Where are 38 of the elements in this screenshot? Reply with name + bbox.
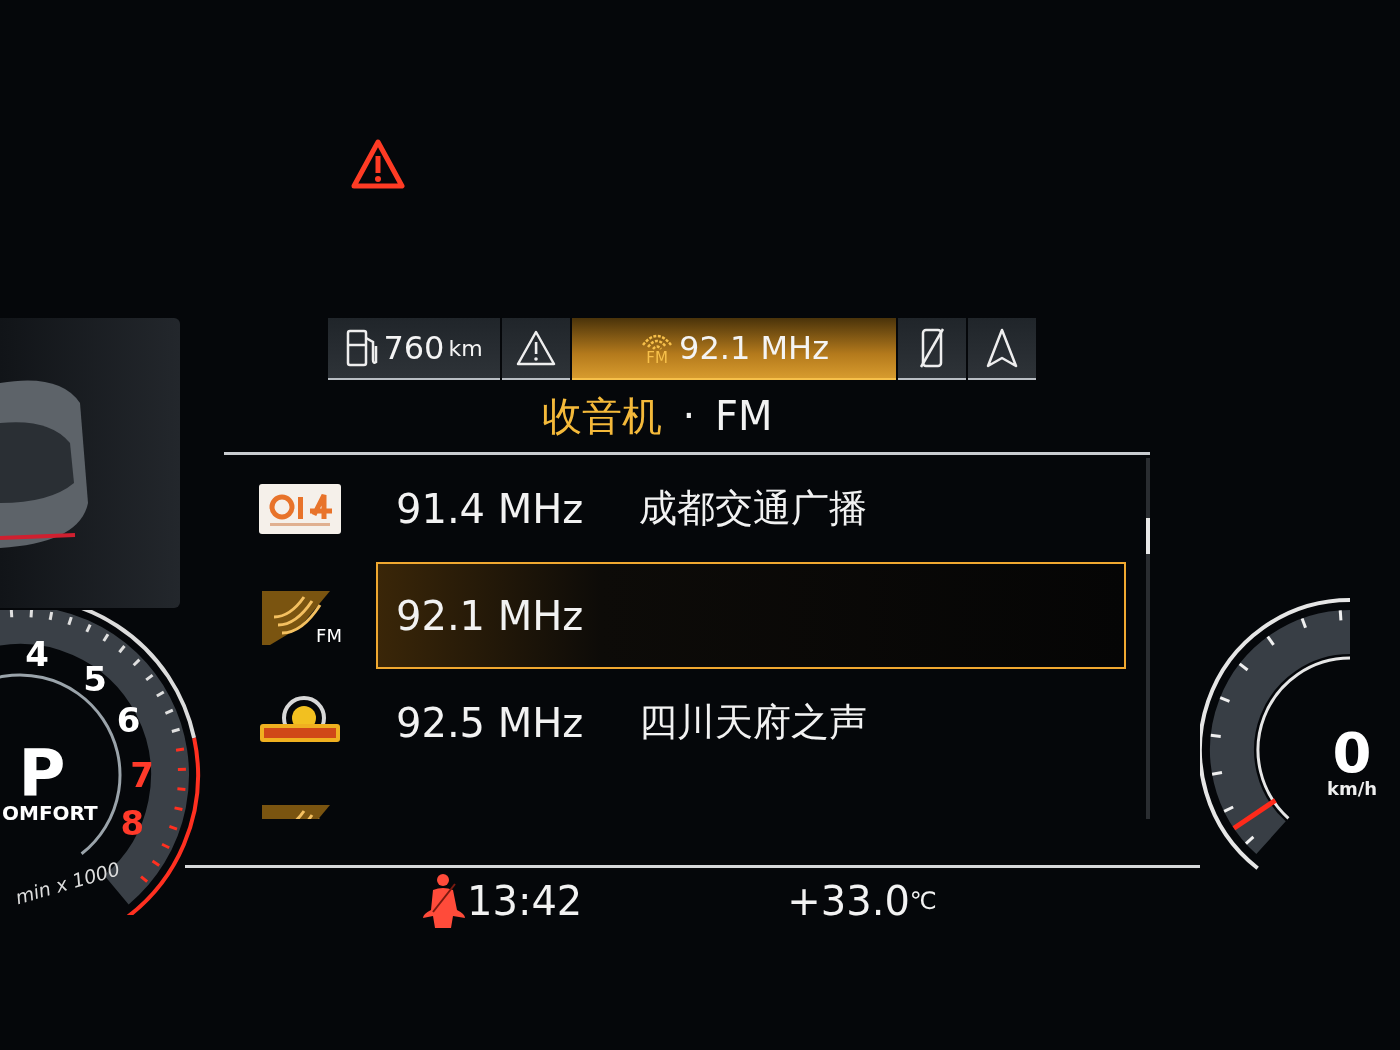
station-name: 成都交通广播 bbox=[639, 485, 868, 532]
navigation-arrow-icon bbox=[985, 327, 1019, 369]
station-item[interactable]: 92.5 MHz 四川天府之声 bbox=[376, 669, 1126, 776]
station-frequency: 91.4 MHz bbox=[396, 484, 584, 534]
station-name: 四川天府之声 bbox=[639, 699, 868, 746]
warning-icon bbox=[350, 138, 406, 190]
band-label: FM bbox=[646, 350, 668, 366]
tachometer-number: 6 bbox=[116, 699, 141, 740]
station-frequency: 92.1 MHz bbox=[396, 591, 584, 641]
clock-time: 13:42 bbox=[467, 877, 583, 926]
tab-label: 760 bbox=[383, 328, 445, 369]
tachometer-number: 7 bbox=[130, 755, 154, 795]
temperature-unit: ℃ bbox=[909, 886, 937, 917]
station-item[interactable]: 91.4 MHz 成都交通广播 bbox=[376, 455, 1126, 562]
band-title: FM bbox=[715, 392, 773, 441]
tachometer-number: 4 bbox=[25, 634, 49, 675]
station-frequency: 92.5 MHz bbox=[396, 698, 584, 748]
scrollbar-thumb[interactable] bbox=[1146, 518, 1150, 554]
source-title: 收音机 bbox=[542, 392, 663, 441]
tachometer-number: 8 bbox=[120, 802, 145, 843]
radio-tab[interactable]: FM 92.1 MHz bbox=[572, 318, 896, 380]
separator-dot: · bbox=[682, 392, 696, 441]
navigation-tab[interactable] bbox=[968, 318, 1036, 380]
outside-temperature: +33.0 bbox=[787, 877, 910, 926]
logo-label: FM bbox=[316, 623, 342, 648]
phone-tab[interactable] bbox=[898, 318, 966, 380]
fuel-tab[interactable]: 760 km bbox=[328, 318, 500, 380]
phone-disabled-icon bbox=[917, 327, 947, 369]
rpm-unit: min x 1000 bbox=[12, 857, 123, 909]
fuel-pump-icon bbox=[345, 328, 380, 368]
warning-icon bbox=[515, 329, 557, 367]
warning-tab[interactable] bbox=[502, 318, 570, 380]
tachometer-number: 5 bbox=[83, 658, 107, 699]
scrollbar[interactable] bbox=[1146, 458, 1150, 819]
tab-label: 92.1 MHz bbox=[679, 328, 829, 369]
seatbelt-warning-icon bbox=[421, 872, 467, 930]
unit-label: km bbox=[448, 334, 483, 363]
station-item[interactable]: 92.1 MHz bbox=[376, 562, 1126, 669]
